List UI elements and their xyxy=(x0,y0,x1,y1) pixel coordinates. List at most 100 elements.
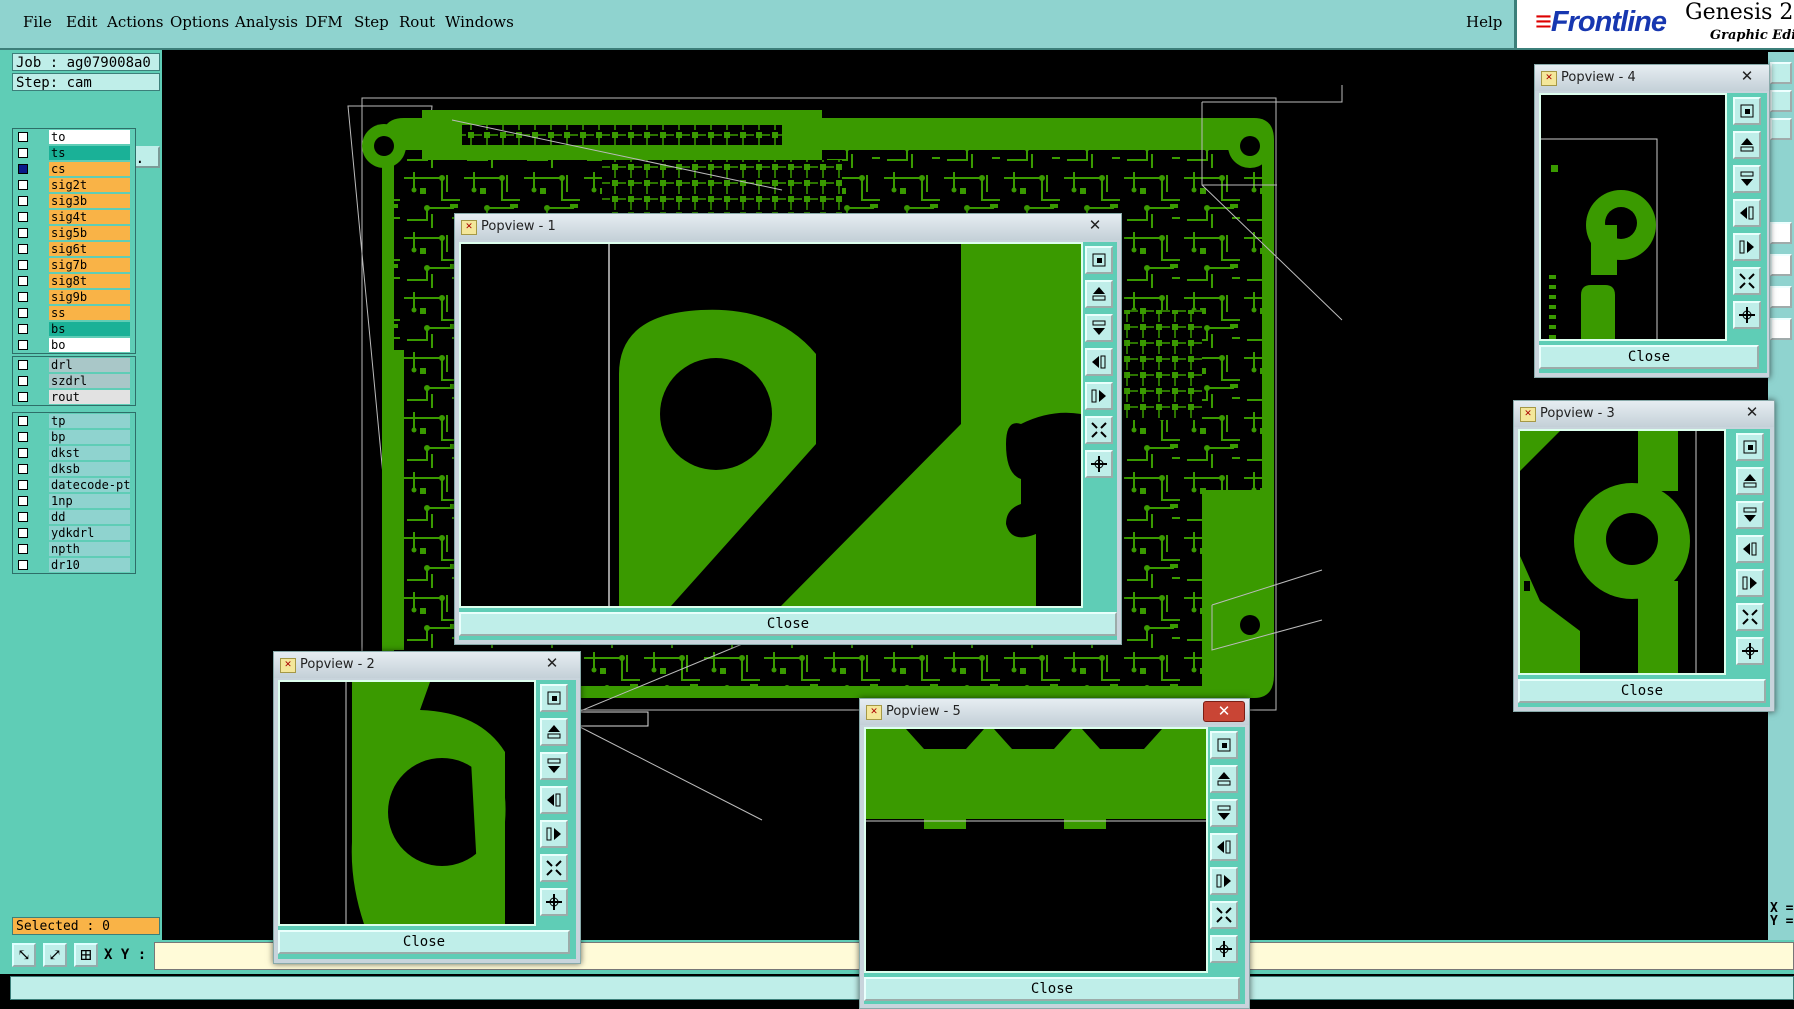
layer-name[interactable]: sig6t xyxy=(49,242,130,256)
layer-name[interactable]: bp xyxy=(49,430,130,444)
layer-row-bp[interactable]: bp xyxy=(13,429,135,445)
pan-down-icon[interactable] xyxy=(1210,799,1238,827)
layer-checkbox[interactable] xyxy=(18,464,28,474)
popview-2-view[interactable] xyxy=(278,680,536,926)
pan-left-icon[interactable] xyxy=(540,786,568,814)
layer-row-sig3b[interactable]: sig3b xyxy=(13,193,135,209)
layer-row-sig2t[interactable]: sig2t xyxy=(13,177,135,193)
layer-row-sig5b[interactable]: sig5b xyxy=(13,225,135,241)
layer-name[interactable]: rout xyxy=(49,390,130,404)
layer-checkbox[interactable] xyxy=(18,432,28,442)
layer-name[interactable]: drl xyxy=(49,358,130,372)
layer-checkbox[interactable] xyxy=(18,340,28,350)
pan-down-icon[interactable] xyxy=(1085,314,1113,342)
toolstrip-button[interactable] xyxy=(1770,90,1792,112)
zoom-fit-icon[interactable] xyxy=(1733,97,1761,125)
zoom-out-icon[interactable] xyxy=(1733,301,1761,329)
layer-row-tp[interactable]: tp xyxy=(13,413,135,429)
layer-checkbox[interactable] xyxy=(18,416,28,426)
layer-row-datecode-pt[interactable]: datecode-pt xyxy=(13,477,135,493)
layer-checkbox[interactable] xyxy=(18,132,28,142)
layer-row-ss[interactable]: ss xyxy=(13,305,135,321)
popview-2-window[interactable]: ✕ Popview - 2 ✕ Close xyxy=(273,651,581,964)
layer-name[interactable]: sig7b xyxy=(49,258,130,272)
layer-row-sig9b[interactable]: sig9b xyxy=(13,289,135,305)
zoom-out-icon[interactable] xyxy=(1736,637,1764,665)
zoom-out-icon[interactable] xyxy=(540,888,568,916)
menu-rout[interactable]: Rout xyxy=(399,13,435,31)
pan-right-icon[interactable] xyxy=(1736,569,1764,597)
layer-checkbox[interactable] xyxy=(18,528,28,538)
zoom-fit-icon[interactable] xyxy=(1085,246,1113,274)
layer-name[interactable]: dr10 xyxy=(49,558,130,572)
popview-5-close-button[interactable]: Close xyxy=(864,977,1240,1001)
pan-up-icon[interactable] xyxy=(1210,765,1238,793)
layer-row-npth[interactable]: npth xyxy=(13,541,135,557)
popview-1-close-x-button[interactable]: ✕ xyxy=(1075,216,1115,235)
menu-help[interactable]: Help xyxy=(1466,13,1502,31)
tool-measure-icon[interactable]: ⤢ xyxy=(43,943,67,967)
layer-name[interactable]: sig9b xyxy=(49,290,130,304)
toolstrip-button[interactable] xyxy=(1770,286,1792,308)
zoom-in-icon[interactable] xyxy=(1085,416,1113,444)
pan-down-icon[interactable] xyxy=(1733,165,1761,193)
layer-checkbox[interactable] xyxy=(18,164,28,174)
layer-name[interactable]: sig5b xyxy=(49,226,130,240)
layer-checkbox[interactable] xyxy=(18,148,28,158)
pan-down-icon[interactable] xyxy=(540,752,568,780)
layer-name[interactable]: bs xyxy=(49,322,130,336)
popview-4-close-button[interactable]: Close xyxy=(1539,345,1759,369)
layer-checkbox[interactable] xyxy=(18,392,28,402)
popview-3-titlebar[interactable]: ✕ Popview - 3 ✕ xyxy=(1514,401,1774,427)
popview-1-close-button[interactable]: Close xyxy=(459,612,1117,636)
pan-right-icon[interactable] xyxy=(1733,233,1761,261)
layer-row-ydkdrl[interactable]: ydkdrl xyxy=(13,525,135,541)
layer-row-cs[interactable]: cs xyxy=(13,161,135,177)
layer-checkbox[interactable] xyxy=(18,244,28,254)
popview-3-view[interactable] xyxy=(1518,429,1726,675)
layer-checkbox[interactable] xyxy=(18,212,28,222)
layer-name[interactable]: ss xyxy=(49,306,130,320)
popview-1-view[interactable] xyxy=(459,242,1083,608)
layer-name[interactable]: sig4t xyxy=(49,210,130,224)
layer-row-drl[interactable]: drl xyxy=(13,357,135,373)
layer-checkbox[interactable] xyxy=(18,228,28,238)
pan-up-icon[interactable] xyxy=(540,718,568,746)
zoom-fit-icon[interactable] xyxy=(1736,433,1764,461)
layer-row-rout[interactable]: rout xyxy=(13,389,135,405)
popview-5-view[interactable] xyxy=(864,727,1208,973)
layer-name[interactable]: cs xyxy=(49,162,130,176)
layer-checkbox[interactable] xyxy=(18,292,28,302)
layer-checkbox[interactable] xyxy=(18,276,28,286)
layer-checkbox[interactable] xyxy=(18,560,28,570)
layer-row-ts[interactable]: ts xyxy=(13,145,135,161)
layer-name[interactable]: to xyxy=(49,130,130,144)
pan-down-icon[interactable] xyxy=(1736,501,1764,529)
layer-checkbox[interactable] xyxy=(18,496,28,506)
layer-row-sig7b[interactable]: sig7b xyxy=(13,257,135,273)
layer-name[interactable]: dksb xyxy=(49,462,130,476)
layer-row-sig4t[interactable]: sig4t xyxy=(13,209,135,225)
zoom-in-icon[interactable] xyxy=(1210,901,1238,929)
layer-name[interactable]: npth xyxy=(49,542,130,556)
layer-name[interactable]: sig2t xyxy=(49,178,130,192)
pan-up-icon[interactable] xyxy=(1733,131,1761,159)
zoom-in-icon[interactable] xyxy=(1733,267,1761,295)
menu-options[interactable]: Options xyxy=(170,13,229,31)
popview-5-titlebar[interactable]: ✕ Popview - 5 ✕ xyxy=(860,699,1249,725)
toolstrip-button[interactable] xyxy=(1770,254,1792,276)
pan-up-icon[interactable] xyxy=(1736,467,1764,495)
tool-grid-icon[interactable]: ⊞ xyxy=(74,943,98,967)
popview-4-window[interactable]: ✕ Popview - 4 ✕ Close xyxy=(1534,64,1770,378)
pan-right-icon[interactable] xyxy=(1210,867,1238,895)
layer-checkbox[interactable] xyxy=(18,196,28,206)
zoom-fit-icon[interactable] xyxy=(540,684,568,712)
layer-checkbox[interactable] xyxy=(18,180,28,190)
pan-left-icon[interactable] xyxy=(1736,535,1764,563)
layer-row-sig8t[interactable]: sig8t xyxy=(13,273,135,289)
layer-checkbox[interactable] xyxy=(18,260,28,270)
popview-2-titlebar[interactable]: ✕ Popview - 2 ✕ xyxy=(274,652,580,678)
layer-checkbox[interactable] xyxy=(18,324,28,334)
layer-checkbox[interactable] xyxy=(18,448,28,458)
menu-dfm[interactable]: DFM xyxy=(305,13,343,31)
